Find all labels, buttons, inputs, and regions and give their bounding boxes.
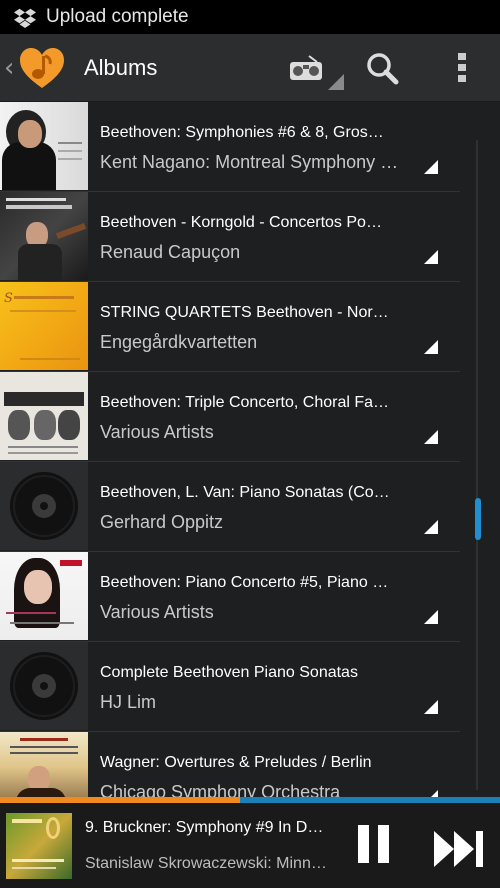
album-cover xyxy=(0,552,88,640)
album-artist: Various Artists xyxy=(100,422,214,442)
album-row[interactable]: S STRING QUARTETS Beethoven - Nordic Eng… xyxy=(0,282,460,372)
disc-placeholder-icon xyxy=(10,472,78,540)
album-cover xyxy=(0,192,88,280)
overflow-menu-icon xyxy=(458,53,466,82)
status-text: Upload complete xyxy=(46,6,189,27)
album-menu-icon[interactable] xyxy=(424,250,438,264)
album-title: STRING QUARTETS Beethoven - Nordic xyxy=(100,304,390,321)
overflow-menu-button[interactable] xyxy=(440,46,484,90)
album-artist: Various Artists xyxy=(100,602,214,622)
album-row[interactable]: Beethoven: Triple Concerto, Choral Fanta… xyxy=(0,372,460,462)
status-bar: Upload complete xyxy=(0,0,500,34)
album-cover xyxy=(0,102,88,190)
album-title: Beethoven - Korngold - Concertos Pour Vi… xyxy=(100,214,390,231)
album-row[interactable]: Complete Beethoven Piano Sonatas HJ Lim xyxy=(0,642,460,732)
album-row[interactable]: Beethoven - Korngold - Concertos Pour Vi… xyxy=(0,192,460,282)
now-playing-bar[interactable]: 9. Bruckner: Symphony #9 In D Minor Stan… xyxy=(0,803,500,888)
album-cover: S xyxy=(0,282,88,370)
album-menu-icon[interactable] xyxy=(424,610,438,624)
album-artist: HJ Lim xyxy=(100,692,157,712)
album-cover xyxy=(0,732,88,802)
album-menu-icon[interactable] xyxy=(424,430,438,444)
album-menu-icon[interactable] xyxy=(424,340,438,354)
search-icon xyxy=(367,53,399,85)
search-button[interactable] xyxy=(360,46,404,90)
action-bar: ‹ Albums xyxy=(0,34,500,102)
album-row[interactable]: Beethoven, L. Van: Piano Sonatas (Comple… xyxy=(0,462,460,552)
disc-placeholder-icon xyxy=(10,652,78,720)
album-title: Beethoven, L. Van: Piano Sonatas (Comple… xyxy=(100,484,390,501)
album-row[interactable]: Beethoven: Piano Concerto #5, Piano Sona… xyxy=(0,552,460,642)
album-artist: Engegårdkvartetten xyxy=(100,332,258,352)
album-list[interactable]: Beethoven: Symphonies #6 & 8, Grosse Fug… xyxy=(0,102,460,802)
album-cover xyxy=(0,642,88,730)
album-title: Complete Beethoven Piano Sonatas xyxy=(100,664,358,681)
album-menu-icon[interactable] xyxy=(424,160,438,174)
heart-music-note-icon[interactable] xyxy=(18,44,66,92)
now-playing-title: 9. Bruckner: Symphony #9 In D Minor xyxy=(85,819,325,836)
now-playing-artist: Stanislaw Skrowaczewski: Minnesota Orche… xyxy=(85,855,335,872)
album-title: Beethoven: Triple Concerto, Choral Fanta… xyxy=(100,394,390,411)
scrollbar-track[interactable] xyxy=(476,140,478,790)
album-view-selector[interactable]: Albums xyxy=(84,38,344,98)
album-title: Wagner: Overtures & Preludes / Berlin xyxy=(100,754,372,771)
skip-next-button[interactable] xyxy=(432,827,486,871)
album-row[interactable]: Wagner: Overtures & Preludes / Berlin Ch… xyxy=(0,732,460,802)
album-menu-icon[interactable] xyxy=(424,700,438,714)
skip-next-icon xyxy=(434,831,483,867)
album-title: Beethoven: Symphonies #6 & 8, Grosse Fug… xyxy=(100,124,390,141)
chevron-left-icon[interactable]: ‹ xyxy=(4,55,18,81)
album-title: Beethoven: Piano Concerto #5, Piano Sona… xyxy=(100,574,390,591)
album-artist: Kent Nagano: Montreal Symphony Orchestra xyxy=(100,152,400,172)
album-artist: Gerhard Oppitz xyxy=(100,512,224,532)
boombox-button[interactable] xyxy=(284,46,328,90)
dropbox-icon xyxy=(14,8,36,28)
dropdown-indicator-icon xyxy=(328,73,344,90)
album-cover xyxy=(0,462,88,550)
boombox-icon xyxy=(290,55,322,80)
album-artist: Renaud Capuçon xyxy=(100,242,241,262)
album-cover xyxy=(0,372,88,460)
pause-button[interactable] xyxy=(354,819,398,869)
now-playing-cover[interactable] xyxy=(6,813,72,879)
scrollbar-thumb[interactable] xyxy=(475,498,481,540)
album-menu-icon[interactable] xyxy=(424,520,438,534)
album-row[interactable]: Beethoven: Symphonies #6 & 8, Grosse Fug… xyxy=(0,102,460,192)
page-title: Albums xyxy=(84,54,158,80)
